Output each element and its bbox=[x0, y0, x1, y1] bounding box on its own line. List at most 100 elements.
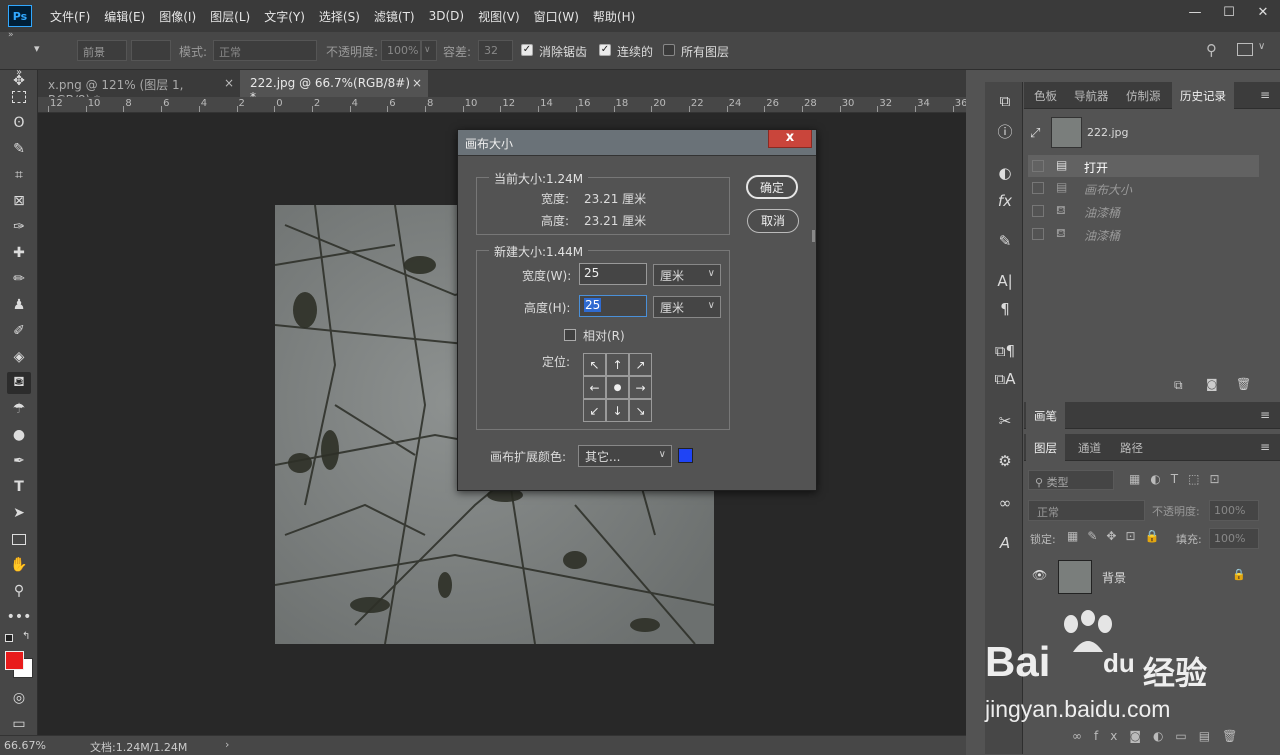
tab-history[interactable]: 历史记录 bbox=[1172, 82, 1234, 109]
height-unit-select[interactable]: 厘米 ∨ bbox=[653, 296, 721, 318]
info-icon[interactable]: ⓘ bbox=[994, 120, 1016, 142]
healing-brush-tool-icon[interactable]: ✚ bbox=[7, 242, 31, 264]
history-brush-checkbox[interactable] bbox=[1032, 228, 1044, 240]
tab-layers[interactable]: 图层 bbox=[1026, 434, 1065, 461]
layer-filter-select[interactable]: ⚲ 类型 bbox=[1028, 470, 1114, 490]
layer-opacity-input[interactable]: 100% bbox=[1209, 500, 1259, 521]
zoom-tool-icon[interactable]: ⚲ bbox=[7, 580, 31, 602]
zoom-level[interactable]: 66.67% bbox=[4, 739, 46, 752]
close-tab-icon[interactable]: × bbox=[224, 76, 234, 90]
3d-icon[interactable]: ⧉ bbox=[994, 90, 1016, 112]
pen-tool-icon[interactable]: ✒ bbox=[7, 450, 31, 472]
anchor-center[interactable]: ● bbox=[606, 376, 629, 399]
width-unit-select[interactable]: 厘米 ∨ bbox=[653, 264, 721, 286]
maximize-button[interactable]: ☐ bbox=[1212, 0, 1246, 24]
paragraph-icon[interactable]: ¶ bbox=[994, 298, 1016, 320]
eraser-tool-icon[interactable]: ◈ bbox=[7, 346, 31, 368]
history-brush-checkbox[interactable] bbox=[1032, 182, 1044, 194]
tolerance-input[interactable]: 32 bbox=[478, 40, 513, 61]
panel-menu-icon[interactable]: ≡ bbox=[1260, 440, 1270, 454]
crop-tool-icon[interactable]: ⌗ bbox=[7, 164, 31, 186]
layers-footer-icons[interactable]: ∞fx◙◐▭▤🗑 bbox=[1072, 729, 1249, 743]
anchor-bottom[interactable]: ↓ bbox=[606, 399, 629, 422]
contiguous-checkbox[interactable]: ✓ bbox=[599, 44, 611, 56]
fill-source-select[interactable]: 前景 bbox=[77, 40, 127, 61]
anchor-right[interactable]: → bbox=[629, 376, 652, 399]
snapshot-thumbnail[interactable] bbox=[1051, 117, 1082, 148]
width-input[interactable]: 25 bbox=[579, 263, 647, 285]
glyphs-icon[interactable]: A bbox=[994, 532, 1016, 554]
clone-stamp-tool-icon[interactable]: ♟ bbox=[7, 294, 31, 316]
ok-button[interactable]: 确定 bbox=[746, 175, 798, 199]
brush-tool-icon[interactable]: ✏ bbox=[7, 268, 31, 290]
rectangle-tool-icon[interactable] bbox=[7, 528, 31, 550]
minimize-button[interactable]: — bbox=[1178, 0, 1212, 24]
hand-tool-icon[interactable]: ✋ bbox=[7, 554, 31, 576]
anchor-top[interactable]: ↑ bbox=[606, 353, 629, 376]
all-layers-checkbox[interactable] bbox=[663, 44, 675, 56]
menu-image[interactable]: 图像(I) bbox=[159, 8, 196, 25]
camera-icon[interactable]: ◙ bbox=[1206, 377, 1218, 391]
tab-brush[interactable]: 画笔 bbox=[1026, 402, 1065, 429]
trash-icon[interactable]: 🗑 bbox=[1236, 377, 1251, 391]
menu-help[interactable]: 帮助(H) bbox=[593, 8, 635, 25]
doc-tab-222-jpg[interactable]: 222.jpg @ 66.7%(RGB/8#) * × bbox=[240, 70, 428, 104]
cc-libraries-icon[interactable]: ∞ bbox=[994, 492, 1016, 514]
status-menu-icon[interactable]: › bbox=[225, 738, 229, 751]
doc-tab-x-png[interactable]: x.png @ 121% (图层 1, RGB/8) * × bbox=[38, 70, 238, 107]
height-input[interactable]: 25 bbox=[579, 295, 647, 317]
history-item-paint-bucket[interactable]: ⛾ 油漆桶 bbox=[1028, 200, 1259, 222]
anchor-top-left[interactable]: ↖ bbox=[583, 353, 606, 376]
dialog-close-button[interactable]: x bbox=[768, 130, 812, 148]
close-window-button[interactable]: ✕ bbox=[1246, 0, 1280, 24]
anchor-bottom-right[interactable]: ↘ bbox=[629, 399, 652, 422]
tab-channels[interactable]: 通道 bbox=[1070, 434, 1109, 461]
filter-icons[interactable]: ▦◐T⬚⊡ bbox=[1129, 472, 1230, 486]
styles-icon[interactable]: fx bbox=[994, 190, 1016, 212]
type-tool-icon[interactable]: T bbox=[7, 476, 31, 498]
tab-navigator[interactable]: 导航器 bbox=[1066, 82, 1117, 109]
quick-mask-icon[interactable]: ◎ bbox=[7, 687, 31, 709]
relative-checkbox[interactable] bbox=[564, 329, 576, 341]
lasso-tool-icon[interactable]: ʘ bbox=[7, 112, 31, 134]
menu-file[interactable]: 文件(F) bbox=[50, 8, 90, 25]
menu-view[interactable]: 视图(V) bbox=[478, 8, 520, 25]
eyedropper-tool-icon[interactable]: ✑ bbox=[7, 216, 31, 238]
adjustments-icon[interactable]: ◐ bbox=[994, 162, 1016, 184]
history-item-canvas-size[interactable]: ▤ 画布大小 bbox=[1028, 177, 1259, 199]
collapse-arrows-icon[interactable]: » bbox=[8, 30, 14, 40]
history-brush-source-icon[interactable]: ⤢ bbox=[1030, 126, 1040, 141]
brush-settings-icon[interactable]: ✎ bbox=[994, 230, 1016, 252]
menu-select[interactable]: 选择(S) bbox=[319, 8, 360, 25]
default-colors-icon[interactable] bbox=[5, 634, 13, 642]
history-brush-checkbox[interactable] bbox=[1032, 205, 1044, 217]
edit-toolbar-icon[interactable]: ••• bbox=[7, 606, 32, 628]
fill-input[interactable]: 100% bbox=[1209, 528, 1259, 549]
blur-tool-icon[interactable]: ☂ bbox=[7, 398, 31, 420]
character-styles-icon[interactable]: ⧉A bbox=[994, 368, 1016, 390]
close-tab-icon[interactable]: × bbox=[412, 76, 422, 90]
cancel-button[interactable]: 取消 bbox=[747, 209, 799, 233]
paint-bucket-tool-icon[interactable]: ⛾ bbox=[7, 372, 31, 394]
anchor-grid[interactable]: ↖ ↑ ↗ ← ● → ↙ ↓ ↘ bbox=[583, 353, 655, 423]
history-brush-checkbox[interactable] bbox=[1032, 160, 1044, 172]
anchor-top-right[interactable]: ↗ bbox=[629, 353, 652, 376]
menu-3d[interactable]: 3D(D) bbox=[429, 9, 464, 23]
search-icon[interactable]: ⚲ bbox=[1206, 41, 1217, 59]
extend-color-swatch[interactable] bbox=[678, 448, 693, 463]
opacity-input[interactable]: 100% bbox=[381, 40, 421, 61]
anchor-bottom-left[interactable]: ↙ bbox=[583, 399, 606, 422]
pattern-picker[interactable] bbox=[131, 40, 171, 61]
paragraph-styles-icon[interactable]: ⧉¶ bbox=[994, 340, 1016, 362]
menu-layer[interactable]: 图层(L) bbox=[210, 8, 250, 25]
antialias-checkbox[interactable]: ✓ bbox=[521, 44, 533, 56]
foreground-color-swatch[interactable] bbox=[5, 651, 24, 670]
history-brush-tool-icon[interactable]: ✐ bbox=[7, 320, 31, 342]
opacity-dropdown-icon[interactable]: ∨ bbox=[421, 40, 437, 61]
extend-color-select[interactable]: 其它... ∨ bbox=[578, 445, 672, 467]
eye-icon[interactable]: 👁 bbox=[1032, 568, 1047, 582]
properties-icon[interactable]: ⚙ bbox=[994, 450, 1016, 472]
tab-clone-source[interactable]: 仿制源 bbox=[1118, 82, 1169, 109]
workspace-icon[interactable] bbox=[1237, 43, 1253, 56]
screen-mode-icon[interactable]: ▭ bbox=[7, 713, 31, 735]
